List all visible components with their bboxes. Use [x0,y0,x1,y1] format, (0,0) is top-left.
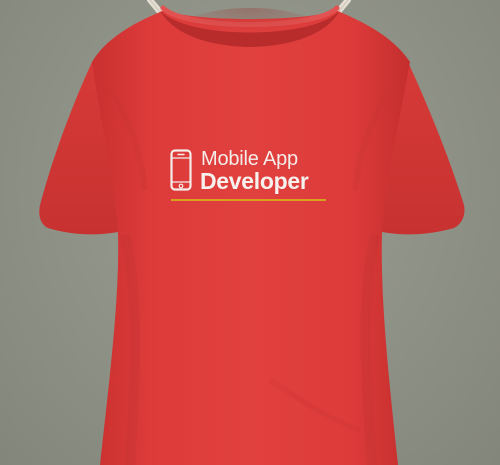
t-shirt [39,5,465,465]
shirt-print: Mobile App Developer [170,148,330,204]
print-title-line1: Mobile App [201,148,298,170]
smartphone-icon [170,149,192,191]
photo-background: Mobile App Developer [0,0,500,465]
print-underline [171,199,326,201]
shirt-body [92,10,410,465]
print-title-line2: Developer [200,168,309,194]
